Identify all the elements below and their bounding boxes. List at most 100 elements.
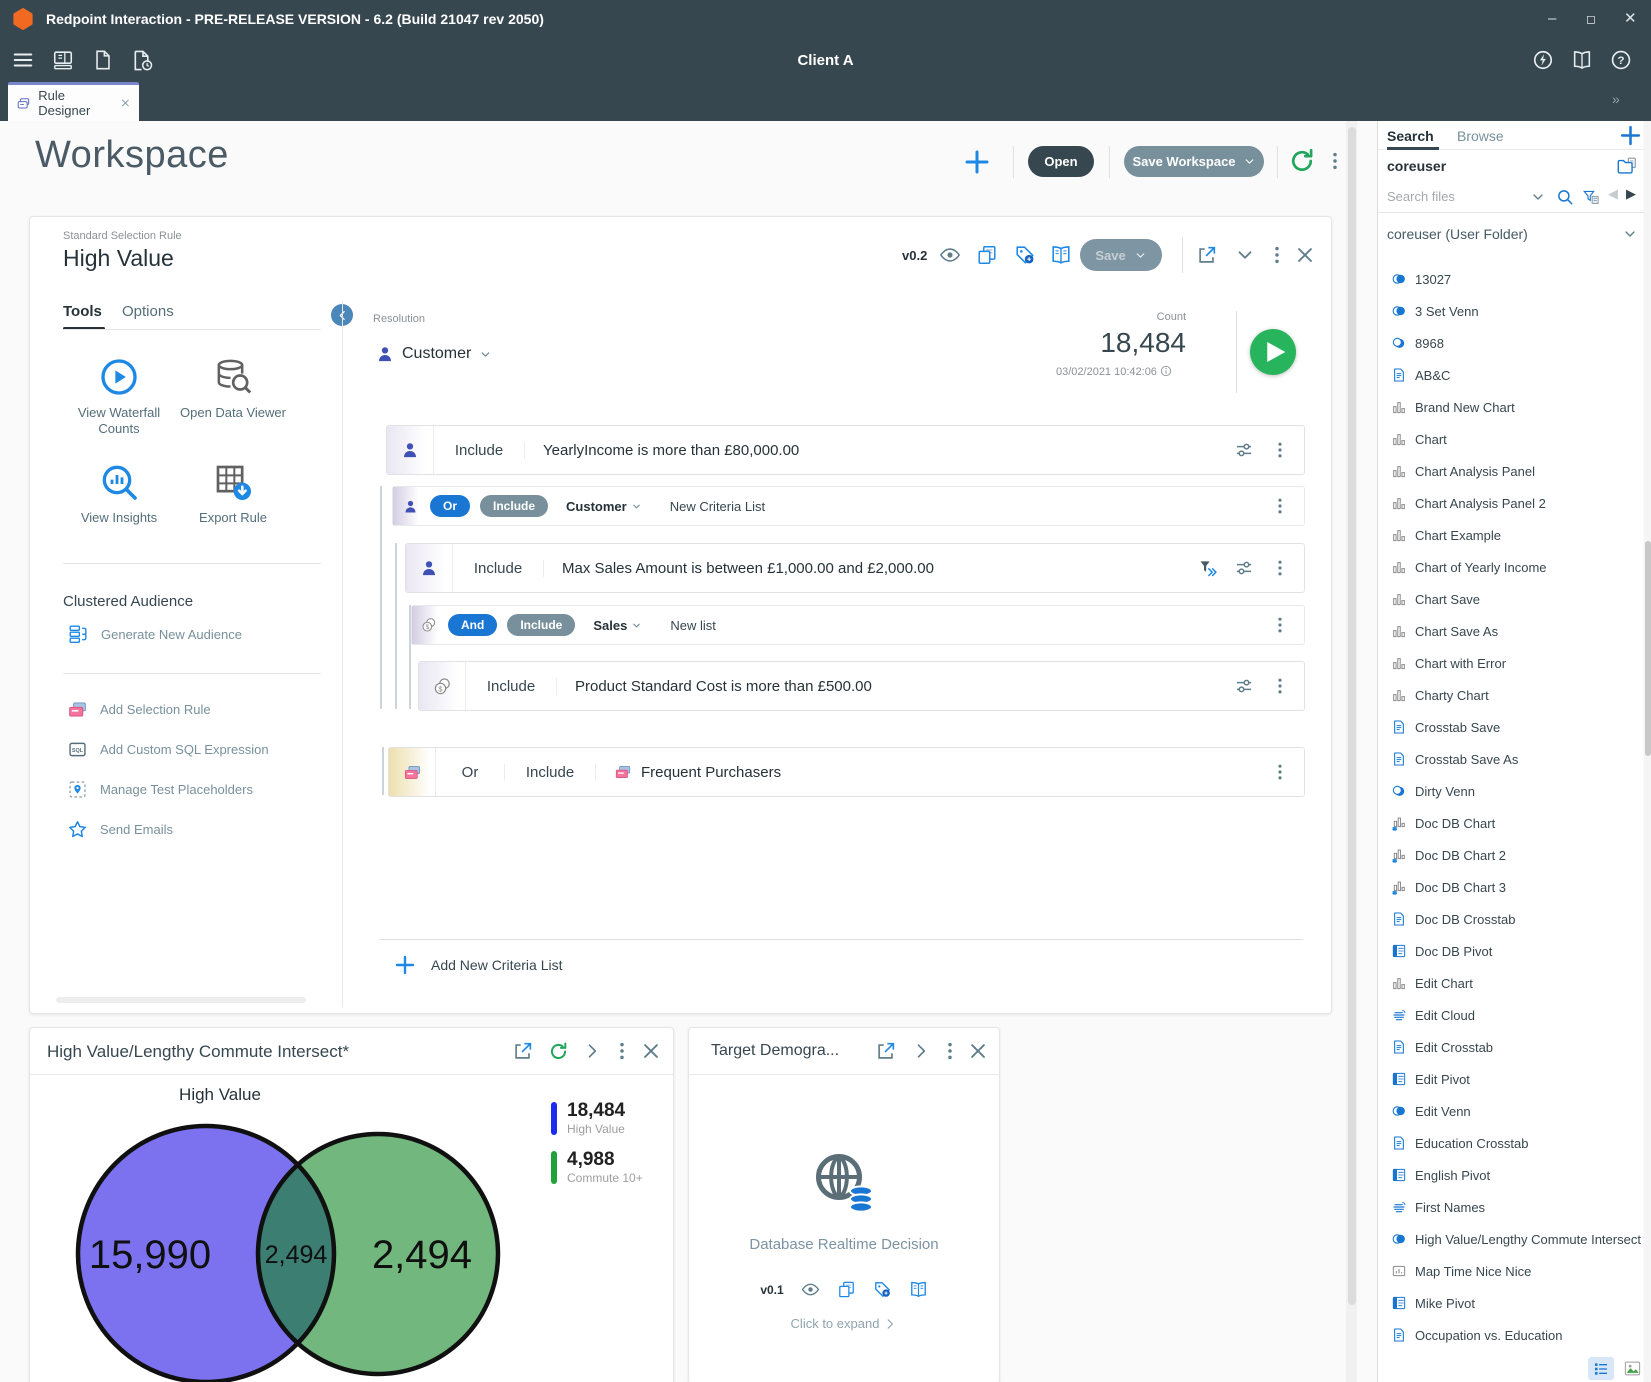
close-rule-icon[interactable] xyxy=(1294,244,1316,266)
criteria-row[interactable]: Include YearlyIncome is more than £80,00… xyxy=(386,425,1305,475)
card-menu-icon[interactable] xyxy=(611,1040,633,1062)
file-item[interactable]: Edit Crosstab xyxy=(1378,1031,1644,1063)
workspace-menu-icon[interactable] xyxy=(1324,150,1346,172)
panel-horizontal-scrollbar[interactable] xyxy=(56,997,306,1003)
file-item[interactable]: Chart Save xyxy=(1378,583,1644,615)
collapse-folder-icon[interactable] xyxy=(1622,226,1638,242)
sliders-icon[interactable] xyxy=(1234,558,1254,578)
criteria-group-row[interactable]: Or Include Customer New Criteria List xyxy=(392,486,1305,526)
file-item[interactable]: Mike Pivot xyxy=(1378,1287,1644,1319)
folder-copy-icon[interactable] xyxy=(1616,155,1638,177)
catalog-icon[interactable] xyxy=(1050,244,1072,266)
resolution-select[interactable]: Customer xyxy=(376,345,492,363)
venn-diagram[interactable]: 15,990 2,494 2,494 xyxy=(38,1112,558,1382)
tag-icon[interactable] xyxy=(1014,244,1036,266)
filter-files-icon[interactable] xyxy=(1582,188,1600,206)
row-menu-icon[interactable] xyxy=(1270,496,1290,516)
mode-pill[interactable]: Include xyxy=(507,614,576,636)
file-item[interactable]: Edit Venn xyxy=(1378,1095,1644,1127)
file-item[interactable]: Charty Chart xyxy=(1378,679,1644,711)
file-item[interactable]: 8968 xyxy=(1378,327,1644,359)
file-item[interactable]: Occupation vs. Education xyxy=(1378,1319,1644,1351)
group-level[interactable]: Customer xyxy=(566,499,627,514)
documentation-icon[interactable] xyxy=(1571,49,1593,71)
add-file-button[interactable] xyxy=(1618,123,1643,148)
manage-test-placeholders-item[interactable]: Manage Test Placeholders xyxy=(67,779,253,800)
history-back-icon[interactable]: ◀ xyxy=(1608,186,1618,202)
minimize-button[interactable]: – xyxy=(1548,0,1556,38)
referenced-rule[interactable]: Frequent Purchasers xyxy=(596,763,1270,781)
info-icon[interactable] xyxy=(1160,365,1172,377)
thumbnail-view-toggle[interactable] xyxy=(1619,1357,1645,1380)
file-item[interactable]: First Names xyxy=(1378,1191,1644,1223)
collapse-card-icon[interactable] xyxy=(1234,244,1256,266)
file-item[interactable]: Edit Chart xyxy=(1378,967,1644,999)
close-tab-icon[interactable] xyxy=(120,97,131,109)
rule-menu-icon[interactable] xyxy=(1266,244,1288,266)
row-menu-icon[interactable] xyxy=(1270,762,1290,782)
file-item[interactable]: Chart Analysis Panel xyxy=(1378,455,1644,487)
add-custom-sql-item[interactable]: Add Custom SQL Expression xyxy=(67,739,269,760)
group-name[interactable]: New Criteria List xyxy=(670,499,765,514)
preview-icon[interactable] xyxy=(939,244,961,266)
refresh-workspace-icon[interactable] xyxy=(1288,147,1316,175)
filter-next-icon[interactable] xyxy=(1198,558,1218,578)
chevron-right-icon[interactable] xyxy=(582,1041,602,1061)
file-item[interactable]: Chart with Error xyxy=(1378,647,1644,679)
sidebar-scrollbar[interactable] xyxy=(1644,121,1651,1382)
open-in-window-icon[interactable] xyxy=(875,1040,897,1062)
close-card-icon[interactable] xyxy=(967,1040,989,1062)
file-item[interactable]: Edit Pivot xyxy=(1378,1063,1644,1095)
list-view-toggle[interactable] xyxy=(1588,1357,1614,1380)
file-item[interactable]: 3 Set Venn xyxy=(1378,295,1644,327)
file-item[interactable]: 13027 xyxy=(1378,263,1644,295)
generate-new-audience-item[interactable]: Generate New Audience xyxy=(67,623,242,645)
file-item[interactable]: Chart Analysis Panel 2 xyxy=(1378,487,1644,519)
tool-view-insights[interactable]: View Insights xyxy=(64,462,174,526)
tab-options[interactable]: Options xyxy=(122,303,174,320)
file-item[interactable]: Chart Save As xyxy=(1378,615,1644,647)
tab-rule-designer[interactable]: Rule Designer xyxy=(8,82,139,121)
criteria-group-row[interactable]: And Include Sales New list xyxy=(411,605,1305,645)
criteria-row[interactable]: Include Product Standard Cost is more th… xyxy=(418,661,1305,711)
copy-icon[interactable] xyxy=(837,1280,856,1299)
maximize-button[interactable]: ◻ xyxy=(1586,0,1596,38)
file-item[interactable]: Doc DB Chart 2 xyxy=(1378,839,1644,871)
tool-export-rule[interactable]: Export Rule xyxy=(178,462,288,526)
file-item[interactable]: AB&C xyxy=(1378,359,1644,391)
file-item[interactable]: Chart Example xyxy=(1378,519,1644,551)
file-item[interactable]: Edit Cloud xyxy=(1378,999,1644,1031)
operator-pill[interactable]: Or xyxy=(430,495,471,517)
tab-browse[interactable]: Browse xyxy=(1457,128,1504,144)
file-item[interactable]: Chart of Yearly Income xyxy=(1378,551,1644,583)
file-item[interactable]: English Pivot xyxy=(1378,1159,1644,1191)
catalog-icon[interactable] xyxy=(909,1280,928,1299)
send-emails-item[interactable]: Send Emails xyxy=(67,819,173,840)
file-item[interactable]: Doc DB Pivot xyxy=(1378,935,1644,967)
main-scrollbar-thumb[interactable] xyxy=(1347,127,1356,1305)
row-menu-icon[interactable] xyxy=(1270,615,1290,635)
open-button[interactable]: Open xyxy=(1028,146,1094,177)
help-icon[interactable] xyxy=(1610,49,1632,71)
rule-reference-row[interactable]: Or Include Frequent Purchasers xyxy=(388,747,1305,797)
close-card-icon[interactable] xyxy=(640,1040,662,1062)
tag-icon[interactable] xyxy=(873,1280,892,1299)
tab-overflow-icon[interactable]: » xyxy=(1612,91,1620,107)
open-in-window-icon[interactable] xyxy=(1196,244,1218,266)
sliders-icon[interactable] xyxy=(1234,676,1254,696)
search-query-input[interactable]: coreuser xyxy=(1387,158,1446,174)
save-workspace-button[interactable]: Save Workspace xyxy=(1124,146,1264,177)
file-item[interactable]: Chart xyxy=(1378,423,1644,455)
file-item[interactable]: Brand New Chart xyxy=(1378,391,1644,423)
run-count-button[interactable] xyxy=(1250,329,1296,375)
sliders-icon[interactable] xyxy=(1234,440,1254,460)
file-item[interactable]: Doc DB Chart xyxy=(1378,807,1644,839)
tab-tools[interactable]: Tools xyxy=(63,303,102,320)
criteria-row[interactable]: Include Max Sales Amount is between £1,0… xyxy=(405,543,1305,593)
realtime-sync-icon[interactable] xyxy=(1532,49,1554,71)
folder-header-row[interactable]: coreuser (User Folder) xyxy=(1378,213,1644,255)
row-menu-icon[interactable] xyxy=(1270,676,1290,696)
open-in-window-icon[interactable] xyxy=(512,1040,534,1062)
refresh-icon[interactable] xyxy=(548,1041,569,1062)
file-item[interactable]: Crosstab Save As xyxy=(1378,743,1644,775)
